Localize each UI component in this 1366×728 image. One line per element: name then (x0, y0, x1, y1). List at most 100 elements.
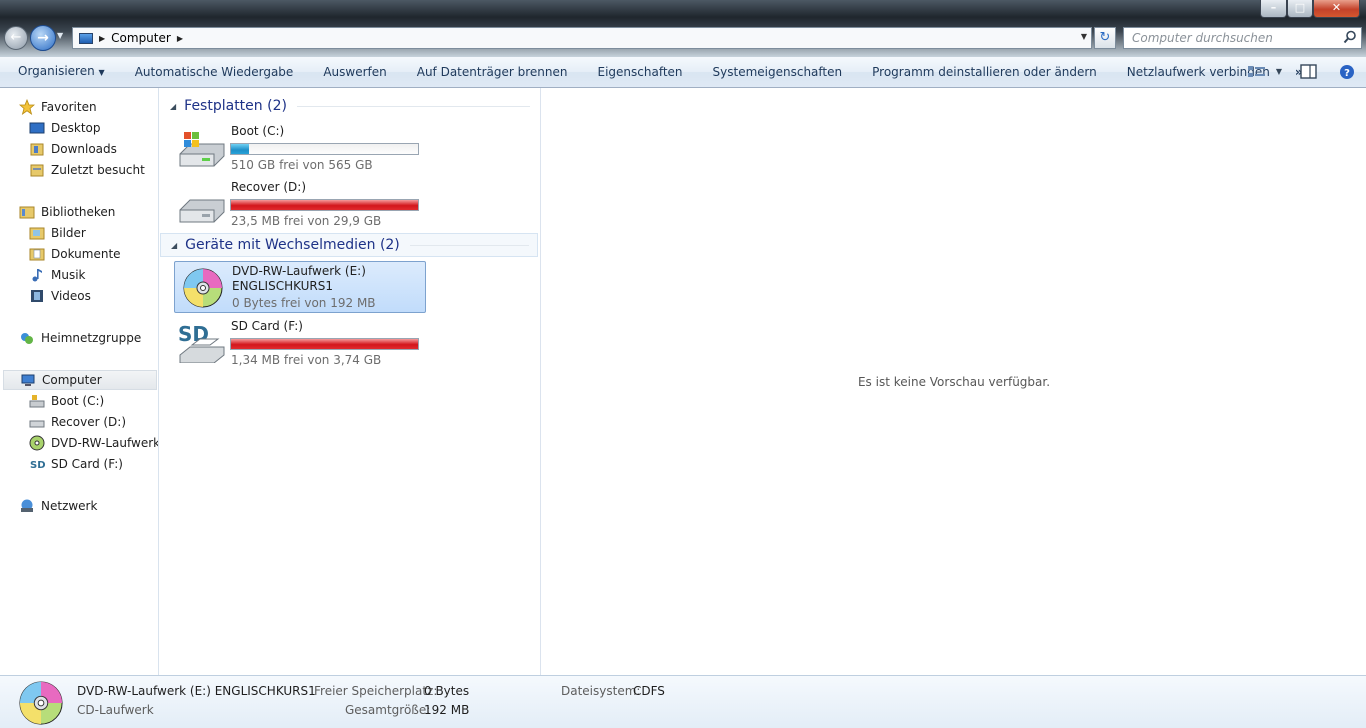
group-title-removable: Geräte mit Wechselmedien (2) (185, 237, 400, 253)
drive-tile-boot[interactable]: Boot (C:) 510 GB frei von 565 GB (174, 122, 426, 174)
nav-desktop[interactable]: Desktop (29, 118, 101, 138)
drive-name: Boot (C:) (231, 124, 285, 138)
refresh-button[interactable]: ↻ (1094, 27, 1116, 49)
collapse-group-icon[interactable]: ◢ (171, 241, 177, 250)
nav-recent[interactable]: Zuletzt besucht (29, 160, 145, 180)
close-button[interactable]: ✕ (1313, 0, 1360, 18)
recent-pages-dropdown[interactable]: ▼ (57, 31, 63, 40)
preview-pane-icon[interactable] (1299, 63, 1319, 80)
dvd-disc-icon (183, 268, 223, 308)
group-title-hdd: Festplatten (2) (184, 98, 287, 114)
title-bar: – □ ✕ ← → ▼ ▶ Computer ▶ ▼ ↻ Computer du… (0, 0, 1366, 57)
help-icon[interactable]: ? (1337, 64, 1357, 80)
drive-free-space: 1,34 MB frei von 3,74 GB (231, 353, 382, 367)
drive-tile-recover[interactable]: Recover (D:) 23,5 MB frei von 29,9 GB (174, 178, 426, 230)
command-bar: Organisieren ▼ Automatische Wiedergabe A… (0, 57, 1366, 88)
nav-desktop-label: Desktop (51, 121, 101, 135)
preview-pane: Es ist keine Vorschau verfügbar. (540, 88, 1366, 675)
computer-icon (21, 374, 35, 386)
nav-music[interactable]: Musik (29, 265, 86, 285)
system-drive-icon (179, 132, 225, 167)
star-icon (19, 99, 35, 115)
address-bar[interactable]: ▶ Computer ▶ ▼ (72, 27, 1092, 49)
nav-downloads[interactable]: Downloads (29, 139, 117, 159)
back-button[interactable]: ← (4, 26, 28, 50)
nav-sd-label: SD Card (F:) (51, 457, 123, 471)
change-view-icon[interactable] (1247, 64, 1267, 80)
usage-bar (230, 143, 419, 155)
svg-text:SD: SD (30, 460, 45, 471)
drive-volume-label: ENGLISCHKURS1 (232, 279, 334, 293)
search-input[interactable]: Computer durchsuchen (1123, 27, 1362, 49)
uninstall-program-button[interactable]: Programm deinstallieren oder ändern (857, 58, 1112, 87)
nav-favorites[interactable]: Favoriten (19, 97, 97, 117)
nav-dvd-drive[interactable]: DVD-RW-Laufwerk ( (29, 433, 158, 453)
details-title: DVD-RW-Laufwerk (E:) ENGLISCHKURS1 (77, 684, 316, 698)
nav-network-label: Netzwerk (41, 499, 98, 513)
nav-computer[interactable]: Computer (3, 370, 157, 390)
minimize-icon: – (1270, 1, 1277, 14)
collapse-group-icon[interactable]: ◢ (170, 102, 176, 111)
system-drive-icon (29, 395, 45, 408)
dvd-disc-icon (29, 435, 45, 451)
nav-recover-drive[interactable]: Recover (D:) (29, 412, 126, 432)
nav-homegroup[interactable]: Heimnetzgruppe (19, 328, 141, 348)
free-space-label: Freier Speicherplatz: (314, 684, 438, 698)
drive-tile-dvd[interactable]: DVD-RW-Laufwerk (E:) ENGLISCHKURS1 0 Byt… (174, 261, 426, 313)
minimize-button[interactable]: – (1260, 0, 1287, 18)
drive-name: Recover (D:) (231, 180, 306, 194)
organize-button[interactable]: Organisieren ▼ (0, 57, 120, 87)
forward-button[interactable]: → (30, 25, 56, 51)
hard-drive-icon (29, 420, 45, 428)
nav-homegroup-label: Heimnetzgruppe (41, 331, 142, 345)
chevron-down-icon: ▼ (98, 68, 105, 77)
address-dropdown-icon[interactable]: ▼ (1081, 32, 1087, 41)
system-properties-button[interactable]: Systemeigenschaften (698, 58, 858, 87)
downloads-folder-icon (30, 143, 44, 156)
group-header-hdd[interactable]: ◢ Festplatten (2) (160, 94, 538, 118)
pictures-icon (29, 227, 45, 240)
nav-videos-label: Videos (51, 289, 91, 303)
view-dropdown-icon[interactable]: ▼ (1276, 67, 1282, 76)
autoplay-button[interactable]: Automatische Wiedergabe (120, 58, 309, 87)
hard-drive-icon (179, 199, 225, 223)
nav-sd-card[interactable]: SD SD Card (F:) (29, 454, 123, 474)
nav-documents-label: Dokumente (51, 247, 121, 261)
nav-boot-drive[interactable]: Boot (C:) (29, 391, 104, 411)
breadcrumb-computer[interactable]: Computer (111, 31, 171, 45)
nav-documents[interactable]: Dokumente (29, 244, 121, 264)
svg-text:?: ? (1344, 68, 1350, 79)
group-header-removable[interactable]: ◢ Geräte mit Wechselmedien (2) (160, 233, 538, 257)
arrow-right-icon: → (37, 30, 49, 46)
nav-videos[interactable]: Videos (29, 286, 91, 306)
details-pane: DVD-RW-Laufwerk (E:) ENGLISCHKURS1 CD-La… (0, 675, 1366, 728)
group-divider (409, 244, 529, 246)
maximize-button[interactable]: □ (1287, 0, 1313, 18)
sd-card-icon: SD (30, 460, 45, 471)
navigation-pane: Favoriten Desktop Downloads Zuletzt besu… (0, 88, 159, 675)
search-placeholder: Computer durchsuchen (1132, 31, 1273, 45)
burn-button[interactable]: Auf Datenträger brennen (402, 58, 583, 87)
dvd-disc-icon (19, 681, 63, 725)
nav-pictures[interactable]: Bilder (29, 223, 86, 243)
properties-button[interactable]: Eigenschaften (582, 58, 697, 87)
drive-tile-sd[interactable]: SD SD Card (F:) 1,34 MB frei von 3,74 GB (174, 317, 426, 369)
drive-name: DVD-RW-Laufwerk (E:) (232, 264, 366, 278)
eject-button[interactable]: Auswerfen (308, 58, 401, 87)
search-icon[interactable] (1343, 30, 1357, 44)
nav-favorites-label: Favoriten (41, 100, 97, 114)
breadcrumb-arrow-icon[interactable]: ▶ (177, 34, 183, 43)
nav-libraries[interactable]: Bibliotheken (19, 202, 115, 222)
no-preview-message: Es ist keine Vorschau verfügbar. (857, 375, 1051, 389)
nav-downloads-label: Downloads (51, 142, 117, 156)
organize-label: Organisieren (18, 64, 95, 78)
maximize-icon: □ (1294, 1, 1306, 14)
refresh-icon: ↻ (1099, 30, 1111, 45)
network-icon (21, 499, 33, 512)
nav-network[interactable]: Netzwerk (19, 496, 97, 516)
nav-music-label: Musik (51, 268, 86, 282)
nav-boot-label: Boot (C:) (51, 394, 105, 408)
close-icon: ✕ (1331, 1, 1342, 14)
total-size-value: 192 MB (424, 703, 470, 717)
breadcrumb-arrow-icon[interactable]: ▶ (99, 34, 105, 43)
